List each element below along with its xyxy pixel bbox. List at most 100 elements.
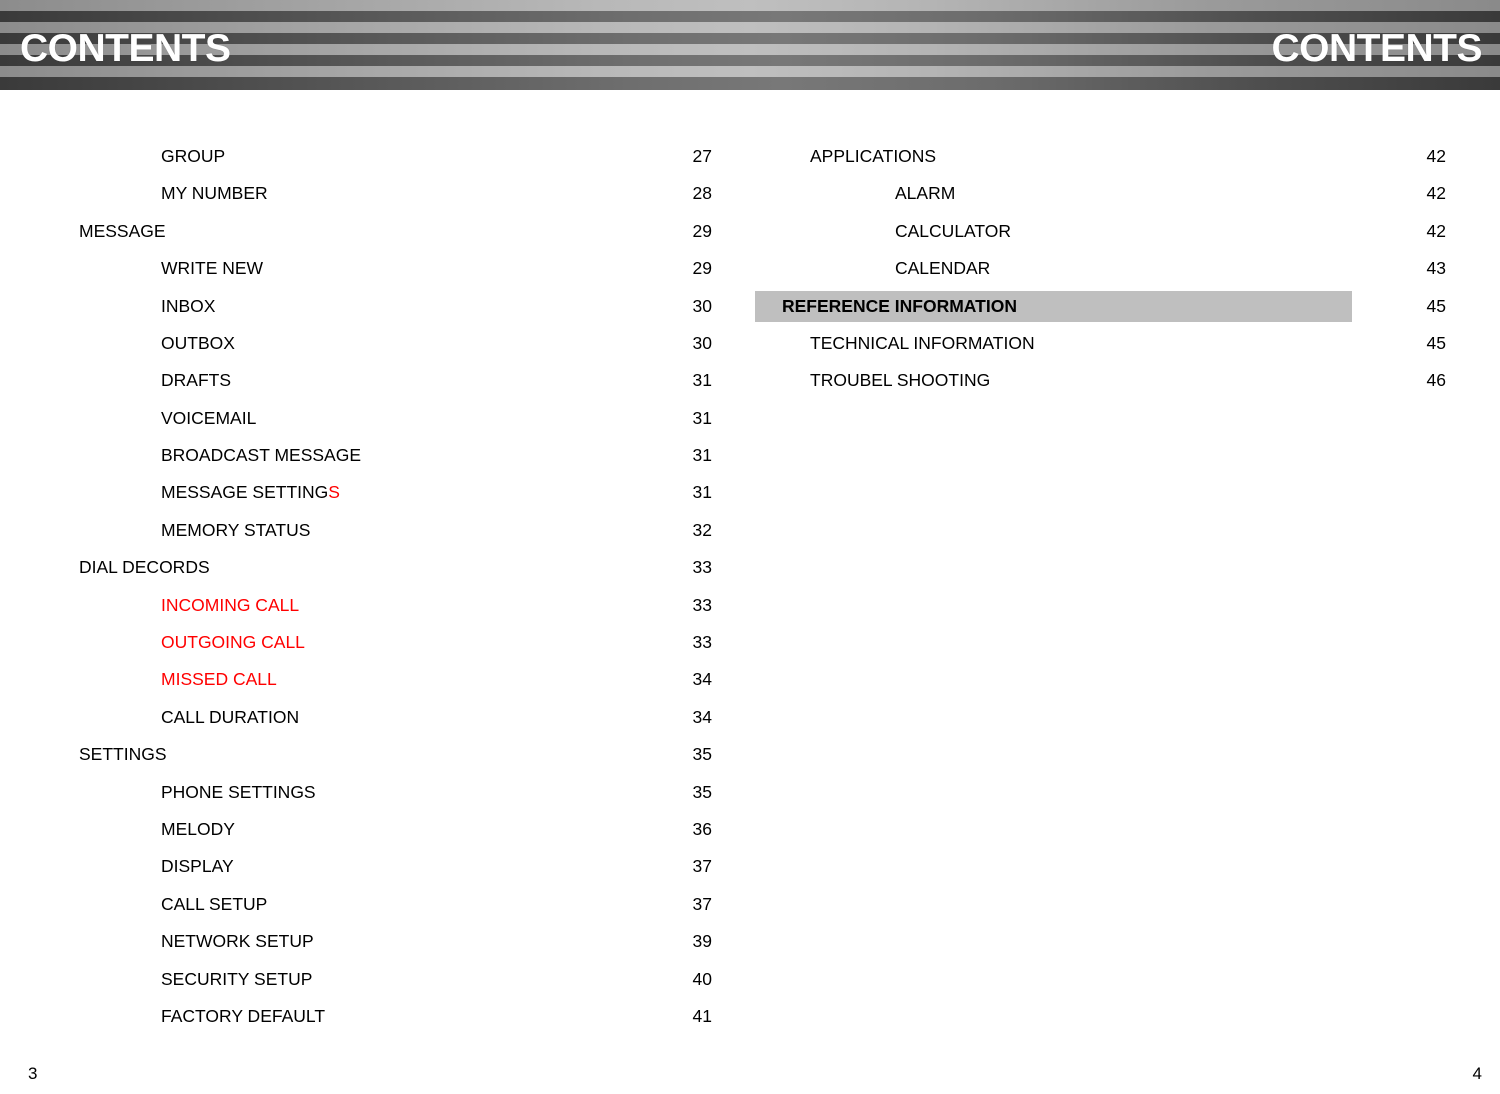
toc-entry-page-number: 43 — [1426, 258, 1446, 279]
toc-entry-label: INBOX — [161, 295, 216, 316]
toc-entry-page-number: 35 — [692, 744, 712, 765]
toc-entry-label: APPLICATIONS — [810, 145, 937, 166]
toc-entry-label: MESSAGE — [79, 220, 166, 241]
toc-entry-label: DRAFTS — [161, 370, 231, 391]
toc-entry[interactable]: BROADCAST MESSAGE 31 — [70, 437, 730, 474]
toc-entry-label: MY NUMBER — [161, 183, 268, 204]
toc-entry[interactable]: CALL SETUP 37 — [70, 886, 730, 923]
toc-entry-page-number: 42 — [1426, 145, 1446, 166]
toc-entry-page-number: 42 — [1426, 183, 1446, 204]
toc-entry-page-number: 41 — [692, 1005, 712, 1026]
toc-entry-page-number: 28 — [692, 183, 712, 204]
toc-entry-label: SETTINGS — [79, 744, 167, 765]
toc-entry[interactable]: PHONE SETTINGS 35 — [70, 774, 730, 811]
toc-entry-page-number: 45 — [1426, 332, 1446, 353]
folio-page-number-right: 4 — [1472, 1064, 1482, 1083]
toc-entry[interactable]: OUTGOING CALL 33 — [70, 624, 730, 661]
toc-entry-page-number: 30 — [692, 332, 712, 353]
toc-entry-label: CALCULATOR — [895, 220, 1012, 241]
toc-entry[interactable]: MESSAGE 29 — [70, 213, 730, 250]
toc-entry-label: REFERENCE INFORMATION — [782, 295, 1017, 316]
toc-entry[interactable]: INBOX 30 — [70, 288, 730, 325]
toc-entry-label: WRITE NEW — [161, 258, 264, 279]
toc-entry[interactable]: MESSAGE SETTINGS 31 — [70, 475, 730, 512]
toc-entry-label: ALARM — [895, 183, 956, 204]
toc-column-left: GROUP 27 MY NUMBER 28 MESSAGE 29 WRITE NEW 29 IN… — [70, 138, 730, 1035]
toc-entry[interactable]: OUTBOX 30 — [70, 325, 730, 362]
toc-entry-label: PHONE SETTINGS — [161, 781, 316, 802]
toc-entry-label: GROUP — [161, 145, 226, 166]
toc-entry-label: MISSED CALL — [161, 669, 277, 690]
toc-entry-page-number: 31 — [692, 370, 712, 391]
toc-entry-page-number: 37 — [692, 856, 712, 877]
toc-entry-label: BROADCAST MESSAGE — [161, 445, 362, 466]
toc-entry-label: CALL DURATION — [161, 706, 300, 727]
toc-entry-label: DIAL DECORDS — [79, 557, 210, 578]
toc-entry[interactable]: INCOMING CALL 33 — [70, 587, 730, 624]
toc-entry[interactable]: VOICEMAIL 31 — [70, 400, 730, 437]
toc-entry-label: DISPLAY — [161, 856, 234, 877]
toc-entry[interactable]: DISPLAY 37 — [70, 848, 730, 885]
toc-entry[interactable]: CALL DURATION 34 — [70, 699, 730, 736]
toc-entry[interactable]: APPLICATIONS 42 — [755, 138, 1455, 175]
toc-entry-page-number: 45 — [1426, 295, 1446, 316]
banner-stripe — [0, 77, 1500, 90]
toc-entry-page-number: 30 — [692, 295, 712, 316]
toc-entry-label: SECURITY SETUP — [161, 968, 313, 989]
toc-entry[interactable]: DIAL DECORDS 33 — [70, 549, 730, 586]
toc-entry-page-number: 31 — [692, 445, 712, 466]
toc-entry-page-number: 34 — [692, 669, 712, 690]
header-title-left: CONTENTS — [20, 27, 231, 70]
toc-entry-label: MEMORY STATUS — [161, 519, 311, 540]
banner-stripe — [0, 0, 1500, 11]
folio-page-number-left: 3 — [28, 1064, 38, 1083]
toc-entry-label: MESSAGE SETTINGS — [161, 482, 340, 503]
toc-entry-label: CALL SETUP — [161, 893, 268, 914]
toc-entry-page-number: 33 — [692, 632, 712, 653]
toc-entry-label: OUTBOX — [161, 332, 235, 353]
toc-entry[interactable]: SETTINGS 35 — [70, 736, 730, 773]
toc-entry-label: TECHNICAL INFORMATION — [810, 332, 1035, 353]
toc-entry[interactable]: FACTORY DEFAULT 41 — [70, 998, 730, 1035]
toc-entry[interactable]: GROUP 27 — [70, 138, 730, 175]
toc-entry[interactable]: MISSED CALL 34 — [70, 661, 730, 698]
toc-column-right: APPLICATIONS 42 ALARM 42 CALCULATOR 42 CALENDA… — [755, 138, 1455, 400]
toc-entry-label: OUTGOING CALL — [161, 632, 305, 653]
toc-entry[interactable]: SECURITY SETUP 40 — [70, 961, 730, 998]
toc-entry[interactable]: CALENDAR 43 — [755, 250, 1455, 287]
toc-entry-label: VOICEMAIL — [161, 407, 257, 428]
toc-entry-label: NETWORK SETUP — [161, 931, 314, 952]
toc-entry[interactable]: DRAFTS 31 — [70, 362, 730, 399]
toc-entry[interactable]: TROUBEL SHOOTING 46 — [755, 362, 1455, 399]
toc-entry[interactable]: NETWORK SETUP 39 — [70, 923, 730, 960]
toc-entry[interactable]: REFERENCE INFORMATION 45 — [755, 288, 1455, 325]
banner-stripe — [0, 11, 1500, 22]
toc-entry-page-number: 32 — [692, 519, 712, 540]
toc-entry-page-number: 35 — [692, 781, 712, 802]
toc-entry[interactable]: TECHNICAL INFORMATION 45 — [755, 325, 1455, 362]
toc-entry-label: INCOMING CALL — [161, 594, 300, 615]
header-title-right: CONTENTS — [1271, 27, 1483, 70]
toc-entry[interactable]: ALARM 42 — [755, 175, 1455, 212]
toc-entry-label-accent: S — [328, 482, 340, 503]
toc-entry[interactable]: WRITE NEW 29 — [70, 250, 730, 287]
toc-entry-page-number: 29 — [692, 258, 712, 279]
toc-entry-page-number: 34 — [692, 706, 712, 727]
toc-entry-page-number: 27 — [692, 145, 712, 166]
toc-entry-page-number: 31 — [692, 482, 712, 503]
toc-entry-page-number: 36 — [692, 818, 712, 839]
toc-entry-label: TROUBEL SHOOTING — [810, 370, 991, 391]
toc-entry-page-number: 40 — [692, 968, 712, 989]
toc-entry-label: MELODY — [161, 818, 235, 839]
toc-entry-page-number: 33 — [692, 557, 712, 578]
toc-entry-label: FACTORY DEFAULT — [161, 1005, 326, 1026]
toc-entry[interactable]: MY NUMBER 28 — [70, 175, 730, 212]
toc-entry[interactable]: MEMORY STATUS 32 — [70, 512, 730, 549]
toc-entry-page-number: 33 — [692, 594, 712, 615]
toc-entry-label: CALENDAR — [895, 258, 991, 279]
toc-entry[interactable]: CALCULATOR 42 — [755, 213, 1455, 250]
page-header-banner: CONTENTS CONTENTS — [0, 0, 1500, 90]
toc-entry-page-number: 39 — [692, 931, 712, 952]
toc-entry-page-number: 29 — [692, 220, 712, 241]
toc-entry[interactable]: MELODY 36 — [70, 811, 730, 848]
